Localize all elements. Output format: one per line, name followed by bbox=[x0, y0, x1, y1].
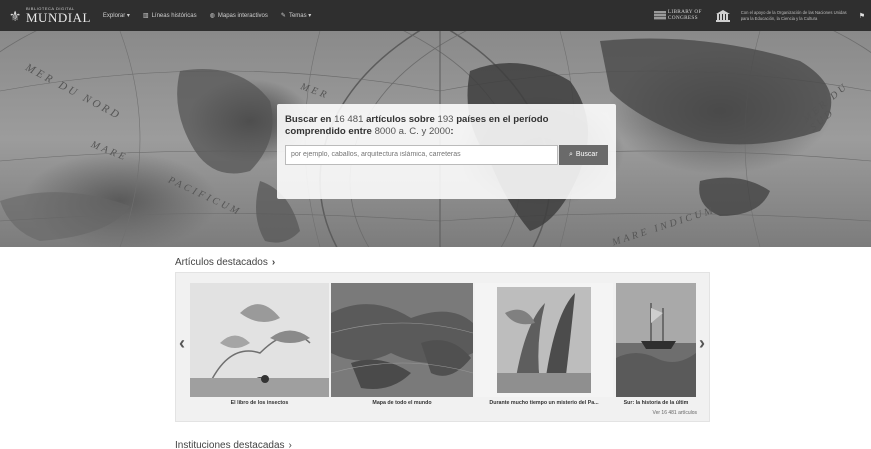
logo-title: MUNDIAL bbox=[26, 10, 91, 25]
featured-thumbnail-mystery bbox=[475, 283, 613, 397]
hero-map-banner: MER DU NORD MARE PACIFICUM MER MER DU SU… bbox=[0, 31, 871, 247]
nav-explorar-label: Explorar ▾ bbox=[102, 13, 130, 19]
site-logo[interactable]: ⚜ BIBLIOTECA DIGITAL MUNDIAL bbox=[8, 0, 91, 31]
loc-line2: CONGRESS bbox=[667, 14, 698, 21]
globe-icon: ◍ bbox=[209, 13, 215, 19]
chevron-right-icon: › bbox=[288, 440, 292, 449]
featured-caption-1: El libro de los insectos bbox=[230, 400, 289, 406]
featured-thumbnail-insects bbox=[190, 283, 329, 397]
search-button[interactable]: ⌕ Buscar bbox=[558, 144, 608, 165]
featured-thumbnail-ship bbox=[616, 283, 696, 397]
featured-card-3[interactable]: Durante mucho tiempo un misterio del Pa.… bbox=[475, 283, 613, 408]
item-count: 16 481 bbox=[334, 114, 364, 125]
main-nav: Explorar ▾ ▥ Líneas históricas ◍ Mapas i… bbox=[103, 12, 311, 20]
featured-institutions-heading[interactable]: Instituciones destacadas › bbox=[175, 440, 292, 449]
nav-explorar[interactable]: Explorar ▾ bbox=[103, 12, 130, 19]
featured-card-1[interactable]: El libro de los insectos bbox=[190, 283, 329, 408]
nav-lineas-label: Líneas históricas bbox=[151, 12, 197, 19]
featured-card-4[interactable]: Sur: la historia de la últim bbox=[616, 283, 696, 408]
search-row: ⌕ Buscar bbox=[285, 144, 608, 165]
search-button-label: Buscar bbox=[575, 151, 598, 159]
carousel-prev-arrow-icon[interactable]: ‹ bbox=[179, 333, 185, 354]
featured-caption-3: Durante mucho tiempo un misterio del Pa.… bbox=[489, 400, 599, 406]
flag-icon[interactable]: ⚑ bbox=[859, 12, 865, 20]
nav-lineas-historicas[interactable]: ▥ Líneas históricas bbox=[142, 12, 197, 20]
period-range: 8000 a. C. y 2000 bbox=[374, 125, 451, 137]
nav-mapas-label: Mapas interactivos bbox=[217, 12, 268, 19]
featured-card-2[interactable]: Mapa de todo el mundo bbox=[331, 283, 473, 408]
featured-carousel: ‹ El libro de los insectos Mapa de todo … bbox=[175, 272, 710, 422]
featured-items-heading[interactable]: Artículos destacados › bbox=[175, 257, 275, 268]
tag-icon: ✎ bbox=[280, 13, 286, 19]
logo-emblem-icon: ⚜ bbox=[8, 7, 22, 24]
nav-temas-label: Temas ▾ bbox=[288, 13, 312, 19]
featured-caption-2: Mapa de todo el mundo bbox=[372, 400, 432, 406]
timeline-icon: ▥ bbox=[142, 13, 149, 19]
nav-mapas-interactivos[interactable]: ◍ Mapas interactivos bbox=[209, 12, 268, 20]
search-input[interactable] bbox=[285, 144, 558, 165]
carousel-next-arrow-icon[interactable]: › bbox=[699, 333, 705, 354]
featured-caption-4: Sur: la historia de la últim bbox=[623, 400, 689, 406]
nav-temas[interactable]: ✎ Temas ▾ bbox=[281, 12, 311, 19]
top-navigation-bar: ⚜ BIBLIOTECA DIGITAL MUNDIAL Explorar ▾ … bbox=[0, 0, 871, 31]
see-all-items-link[interactable]: Ver 16 481 artículos bbox=[653, 410, 697, 416]
featured-thumbnail-world-map bbox=[331, 283, 473, 397]
loc-flag-icon bbox=[653, 11, 666, 20]
country-count: 193 bbox=[437, 114, 454, 125]
search-panel: Buscar en 16 481 artículos sobre 193 paí… bbox=[277, 104, 616, 199]
chevron-right-icon: › bbox=[271, 257, 276, 268]
unesco-temple-icon[interactable] bbox=[715, 9, 730, 22]
library-of-congress-logo[interactable]: LIBRARY OF CONGRESS bbox=[653, 9, 702, 21]
search-heading: Buscar en 16 481 artículos sobre 193 paí… bbox=[285, 114, 549, 137]
search-icon: ⌕ bbox=[568, 150, 573, 158]
unesco-support-text: Con el apoyo de la Organización de las N… bbox=[740, 10, 847, 21]
